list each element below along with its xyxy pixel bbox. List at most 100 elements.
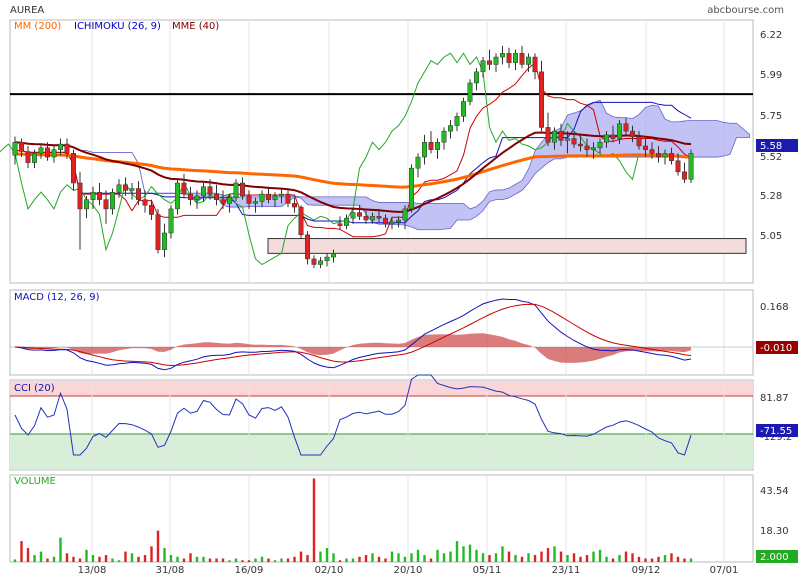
candle-body: [240, 182, 245, 197]
candle-body: [58, 143, 63, 150]
candle-body: [181, 182, 187, 195]
legend-ma200: MM (200): [14, 21, 61, 32]
candle-body: [344, 217, 349, 226]
volume-bar: [611, 558, 615, 562]
support-zone-box: [267, 238, 747, 254]
candle-body: [259, 193, 265, 202]
volume-bar: [540, 551, 543, 562]
volume-bar: [403, 556, 407, 562]
candle-body: [669, 153, 674, 162]
price-tick: 5.99: [760, 70, 782, 81]
candle-body: [337, 223, 343, 226]
candle-body: [532, 56, 538, 73]
volume-bar: [182, 558, 186, 562]
candle-body: [318, 260, 323, 265]
candle-body: [467, 82, 473, 102]
volume-bar: [488, 555, 491, 562]
volume-bar: [592, 551, 595, 562]
candle-body: [630, 130, 635, 137]
candle-body: [688, 153, 694, 180]
candle-body: [38, 147, 44, 154]
candle-body: [448, 125, 453, 132]
volume-bar: [377, 556, 381, 562]
volume-bar: [657, 556, 660, 562]
candle-body: [97, 191, 102, 200]
candle-body: [12, 141, 18, 156]
candle-body: [415, 156, 421, 169]
candle-body: [428, 141, 434, 150]
volume-bar: [26, 548, 30, 562]
volume-bar: [351, 558, 355, 562]
candle-body: [636, 136, 642, 147]
volume-tick: 43.54: [760, 486, 789, 497]
volume-bar: [91, 555, 95, 562]
volume-bar: [228, 560, 231, 562]
price-last-value: 5.58: [760, 141, 782, 152]
volume-bar: [520, 556, 524, 562]
candle-body: [584, 145, 590, 150]
volume-bar: [176, 556, 179, 562]
volume-bar: [59, 537, 62, 562]
volume-bar: [689, 558, 693, 562]
volume-bar: [507, 551, 511, 562]
price-tick: 6.22: [760, 30, 782, 41]
volume-bar: [293, 556, 296, 562]
volume-bar: [286, 558, 290, 562]
volume-bar: [371, 553, 374, 562]
cci-label: CCI (20): [14, 383, 55, 394]
cci-oversold-band: [10, 434, 753, 469]
x-tick: 13/08: [78, 565, 107, 576]
candle-body: [90, 191, 96, 200]
volume-bar: [559, 551, 563, 562]
candle-body: [233, 182, 239, 199]
volume-bar: [390, 551, 394, 562]
volume-bar: [267, 558, 270, 562]
support-zone: [267, 238, 747, 254]
legend-ichimoku: ICHIMOKU (26, 9): [74, 21, 161, 32]
candle-body: [266, 193, 271, 200]
volume-bar: [260, 556, 264, 562]
macd-tick: 0.168: [760, 302, 789, 313]
x-tick: 20/10: [394, 565, 423, 576]
volume-bar: [169, 555, 173, 562]
macd-last-value: -0.010: [760, 343, 792, 354]
candle-body: [129, 188, 135, 191]
candle-body: [474, 71, 479, 84]
candle-body: [591, 147, 596, 150]
volume-bar: [566, 555, 569, 562]
candle-body: [441, 130, 447, 143]
volume-bar: [624, 551, 628, 562]
volume-bar: [254, 558, 257, 562]
volume-bar: [234, 558, 238, 562]
x-tick: 16/09: [235, 565, 264, 576]
candle-body: [162, 232, 167, 250]
candle-body: [110, 191, 115, 210]
candle-body: [435, 141, 440, 150]
volume-bar: [358, 556, 361, 562]
candle-body: [123, 184, 128, 191]
volume-bar: [572, 553, 576, 562]
candle-body: [32, 153, 37, 163]
candle-body: [227, 197, 232, 204]
candle-body: [19, 141, 24, 152]
candle-body: [662, 153, 668, 158]
price-tick: 5.05: [760, 231, 782, 242]
volume-bar: [325, 548, 329, 562]
candle-body: [643, 145, 648, 150]
volume-bar: [156, 530, 160, 562]
volume-bar: [124, 551, 127, 562]
candle-body: [253, 201, 258, 204]
candle-body: [64, 143, 70, 154]
volume-bar: [221, 558, 225, 562]
candle-body: [298, 206, 304, 236]
volume-bar: [189, 553, 192, 562]
macd-panel-frame: [9, 289, 754, 376]
volume-bar: [111, 558, 114, 562]
volume-bar: [585, 555, 589, 562]
candle-body: [480, 60, 486, 73]
candle-body: [565, 138, 570, 141]
volume-bar: [33, 555, 36, 562]
volume-bar: [280, 558, 283, 562]
volume-bar: [410, 553, 413, 562]
macd-label: MACD (12, 26, 9): [14, 292, 100, 303]
